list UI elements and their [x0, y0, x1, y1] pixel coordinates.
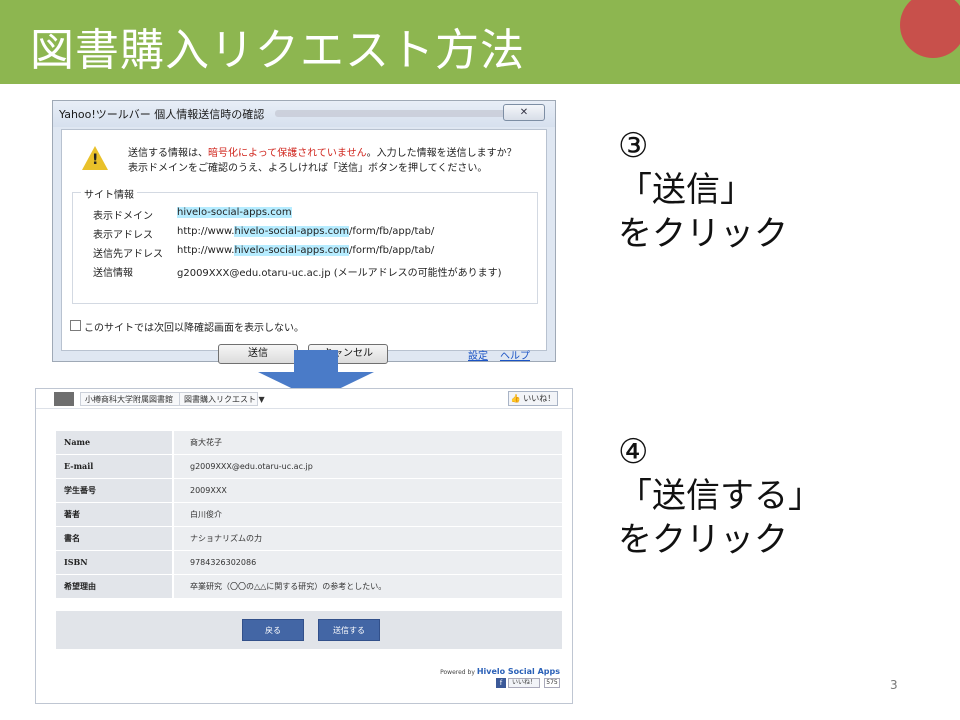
- field-value: 2009XXX: [174, 479, 562, 502]
- slide-header: 図書購入リクエスト方法: [0, 0, 960, 84]
- row-value-domain: hivelo-social-apps.com: [177, 207, 292, 218]
- submit-button[interactable]: 送信する: [318, 619, 380, 641]
- tab-name[interactable]: 図書購入リクエスト ▼: [184, 394, 265, 405]
- field-value: 白川俊介: [174, 503, 562, 526]
- step3-instructions: ③ 「送信」 をクリック: [618, 124, 788, 256]
- site-info-label: サイト情報: [81, 186, 137, 201]
- field-label: 学生番号: [56, 479, 172, 502]
- field-value: 商大花子: [174, 431, 562, 454]
- field-label: ISBN: [56, 551, 172, 574]
- step4-line2: をクリック: [618, 520, 788, 560]
- settings-link[interactable]: 設定: [468, 347, 488, 362]
- encryption-warning: 暗号化によって保護されていません: [208, 148, 367, 159]
- table-row: 希望理由 卒業研究（〇〇の△△に関する研究）の参考としたい。: [56, 575, 562, 599]
- page-name: 小樽商科大学附属図書館: [85, 395, 173, 404]
- dont-show-again-checkbox[interactable]: [70, 320, 81, 331]
- field-value: 9784326302086: [174, 551, 562, 574]
- step3-number: ③: [618, 126, 649, 166]
- dialog-message-line2: 表示ドメインをご確認のうえ、よろしければ「送信」ボタンを押してください。: [128, 163, 488, 174]
- table-row: 書名 ナショナリズムの力: [56, 527, 562, 551]
- field-label: E-mail: [56, 455, 172, 478]
- table-row: 著者 白川俊介: [56, 503, 562, 527]
- step4-instructions: ④ 「送信する」 をクリック: [618, 430, 822, 562]
- dialog-titlebar: Yahoo!ツールバー 個人情報送信時の確認 ✕: [53, 101, 555, 127]
- row-label-domain: 表示ドメイン: [93, 211, 153, 222]
- step4-line1: 「送信する」: [618, 476, 822, 516]
- row-label-sent-info: 送信情報: [93, 268, 133, 279]
- table-row: 学生番号 2009XXX: [56, 479, 562, 503]
- confirm-dialog: Yahoo!ツールバー 個人情報送信時の確認 ✕ ! 送信する情報は、暗号化によ…: [52, 100, 556, 364]
- blurred-title-text: [275, 110, 535, 117]
- field-label: 著者: [56, 503, 172, 526]
- field-label: 希望理由: [56, 575, 172, 598]
- table-row: Name 商大花子: [56, 431, 562, 455]
- like-button[interactable]: 👍 いいね！: [508, 391, 558, 406]
- decorative-circle: [900, 0, 960, 58]
- row-label-address: 表示アドレス: [93, 230, 153, 241]
- row-label-destination: 送信先アドレス: [93, 249, 163, 260]
- dialog-message-line1: 送信する情報は、暗号化によって保護されていません。入力した情報を送信しますか？: [128, 148, 517, 159]
- close-icon[interactable]: ✕: [503, 104, 545, 121]
- field-label: Name: [56, 431, 172, 454]
- site-info-group: サイト情報 表示ドメイン hivelo-social-apps.com 表示アド…: [72, 186, 538, 304]
- brand-name: Hivelo Social Apps: [476, 667, 560, 676]
- field-value: ナショナリズムの力: [174, 527, 562, 550]
- back-button[interactable]: 戻る: [242, 619, 304, 641]
- help-link[interactable]: ヘルプ: [500, 347, 530, 362]
- step3-line2: をクリック: [618, 214, 788, 254]
- row-value-sent-info: g2009XXX@edu.otaru-uc.ac.jp (メールアドレスの可能性…: [177, 268, 502, 279]
- dont-show-again-label: このサイトでは次回以降確認画面を表示しない。: [84, 323, 304, 334]
- row-value-destination: http://www.hivelo-social-apps.com/form/f…: [177, 245, 435, 256]
- field-value: g2009XXX@edu.otaru-uc.ac.jp: [174, 455, 562, 478]
- request-form-screenshot: 小樽商科大学附属図書館 図書購入リクエスト ▼ 👍 いいね！ Name 商大花子…: [35, 388, 573, 704]
- dialog-body: ! 送信する情報は、暗号化によって保護されていません。入力した情報を送信しますか…: [61, 129, 547, 364]
- form-table: Name 商大花子 E-mail g2009XXX@edu.otaru-uc.a…: [56, 431, 562, 599]
- down-arrow-icon: [294, 350, 338, 372]
- fb-like-widget[interactable]: f いいね！ 575: [496, 678, 560, 689]
- field-label: 書名: [56, 527, 172, 550]
- fb-like-count: 575: [544, 678, 560, 688]
- breadcrumb-separator: [179, 393, 180, 405]
- step3-line1: 「送信」: [618, 170, 754, 210]
- warning-icon-mark: !: [92, 152, 99, 168]
- page-thumbnail: [54, 392, 74, 406]
- slide-title: 図書購入リクエスト方法: [30, 25, 525, 76]
- send-button[interactable]: 送信: [218, 344, 298, 364]
- table-row: ISBN 9784326302086: [56, 551, 562, 575]
- fb-like-label[interactable]: いいね！: [508, 678, 540, 688]
- dialog-title: Yahoo!ツールバー 個人情報送信時の確認: [59, 108, 265, 121]
- facebook-icon: f: [496, 678, 506, 688]
- powered-by: Powered by Hivelo Social Apps: [440, 667, 560, 676]
- page-number: 3: [890, 678, 898, 692]
- facebook-page-bar: 小樽商科大学附属図書館 図書購入リクエスト ▼ 👍 いいね！: [36, 389, 572, 409]
- row-value-address: http://www.hivelo-social-apps.com/form/f…: [177, 226, 435, 237]
- table-row: E-mail g2009XXX@edu.otaru-uc.ac.jp: [56, 455, 562, 479]
- form-button-area: 戻る 送信する: [56, 611, 562, 649]
- page-breadcrumb[interactable]: 小樽商科大学附属図書館 図書購入リクエスト ▼: [80, 392, 265, 406]
- field-value: 卒業研究（〇〇の△△に関する研究）の参考としたい。: [174, 575, 562, 598]
- step4-number: ④: [618, 432, 649, 472]
